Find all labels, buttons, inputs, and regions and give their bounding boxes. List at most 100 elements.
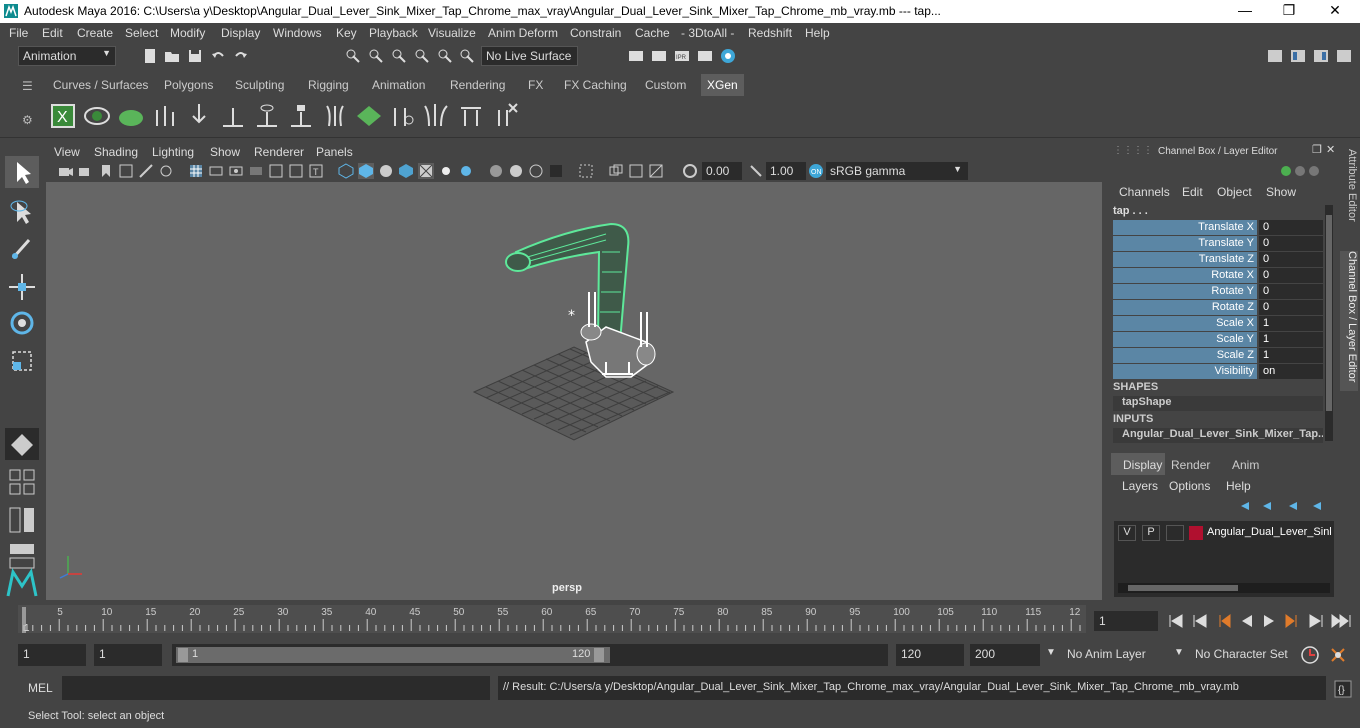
attr-scale-z[interactable]: Scale Z1 [1113,348,1323,363]
xgen-guide-visible-icon[interactable] [253,102,281,130]
layer-color-swatch[interactable] [1189,526,1203,540]
wireframe-on-shaded-icon[interactable] [378,163,394,179]
minimize-button[interactable]: — [1222,2,1268,18]
menu-redshift[interactable]: Redshift [748,26,792,40]
shelf-tab-rigging[interactable]: Rigging [302,74,355,96]
xgen-guide-delete-icon[interactable] [491,102,519,130]
xgen-guides-place-icon[interactable] [185,102,213,130]
anim-layer-dropdown[interactable]: No Anim Layer [1062,644,1162,666]
anti-aliasing-icon[interactable] [528,163,544,179]
vp-menu-shading[interactable]: Shading [94,145,138,159]
anim-preferences-icon[interactable] [1328,645,1348,665]
use-all-lights-icon[interactable] [438,163,454,179]
xgen-guide-mesh-icon[interactable] [355,102,383,130]
range-slider[interactable]: 1 120 [172,644,888,666]
channel-box-tab[interactable]: Channel Box / Layer Editor [1340,251,1358,391]
shelf-settings-icon[interactable]: ⚙ [22,113,33,127]
toggle-attribute-editor-icon[interactable] [1313,48,1329,64]
shelf-tab-polygons[interactable]: Polygons [158,74,219,96]
snap-grid-icon[interactable] [414,48,430,64]
xray-active-icon[interactable] [628,163,644,179]
exposure-icon[interactable] [682,163,698,179]
backface-culling-icon[interactable] [648,163,664,179]
grid-toggle-icon[interactable] [188,163,204,179]
display-tab[interactable]: Display [1111,453,1165,475]
hypershade-icon[interactable] [720,48,736,64]
range-start-handle[interactable] [178,648,188,662]
menu-cache[interactable]: Cache [635,26,670,40]
camera-icon[interactable] [58,163,74,179]
maximize-button[interactable]: ❐ [1266,2,1312,19]
ambient-occlusion-icon[interactable] [488,163,504,179]
options-menu[interactable]: Options [1169,479,1210,493]
auto-key-icon[interactable] [1300,645,1320,665]
menu-3dtoall[interactable]: - 3DtoAll - [681,26,734,40]
shelf-menu-icon[interactable]: ☰ [22,79,33,93]
render-frame-icon[interactable] [651,48,667,64]
input-node[interactable]: Angular_Dual_Lever_Sink_Mixer_Tap... [1113,428,1323,443]
range-end-handle[interactable] [594,648,604,662]
xray-icon[interactable] [418,163,434,179]
resolution-gate-icon[interactable] [228,163,244,179]
shelf-tab-sculpting[interactable]: Sculpting [229,74,290,96]
mel-label[interactable]: MEL [28,681,53,695]
xgen-guides-add-icon[interactable] [151,102,179,130]
attr-visibility[interactable]: Visibility on [1113,364,1323,379]
layout-single-icon[interactable] [5,428,39,460]
rotate-tool-icon[interactable] [5,306,39,338]
playback-end-field[interactable]: 120 [896,644,964,666]
attr-translate-z[interactable]: Translate Z0 [1113,252,1323,267]
panel-grip-icon[interactable]: ⋮⋮⋮⋮ [1113,145,1153,156]
safe-title-icon[interactable]: T [308,163,324,179]
script-editor-icon[interactable]: {} [1334,680,1352,698]
menu-help[interactable]: Help [805,26,830,40]
attr-translate-x[interactable]: Translate X0 [1113,220,1323,235]
xgen-preview-icon[interactable] [83,102,111,130]
layer-playback-toggle[interactable]: P [1142,525,1160,541]
channel-tool-icons[interactable] [1278,163,1322,179]
close-panel-icon[interactable]: ✕ [1326,143,1335,156]
new-scene-icon[interactable] [142,48,158,64]
paint-select-tool-icon[interactable] [5,232,39,264]
field-chart-icon[interactable] [268,163,284,179]
gamma-icon[interactable] [748,163,764,179]
xgen-guide-sculpt-icon[interactable] [321,102,349,130]
select-hierarchy-icon[interactable] [345,48,361,64]
shelf-tab-curves-surfaces[interactable]: Curves / Surfaces [47,74,154,96]
attr-rotate-z[interactable]: Rotate Z0 [1113,300,1323,315]
lasso-tool-icon[interactable] [5,196,39,228]
motion-blur-icon[interactable] [508,163,524,179]
vp-menu-renderer[interactable]: Renderer [254,145,304,159]
menu-edit[interactable]: Edit [42,26,63,40]
edit-menu[interactable]: Edit [1182,185,1203,199]
character-set-dropdown[interactable]: No Character Set [1190,644,1294,666]
select-component-icon[interactable] [391,48,407,64]
two-d-pan-icon[interactable] [158,163,174,179]
layer-visibility-toggle[interactable]: V [1118,525,1136,541]
image-plane-icon[interactable] [118,163,134,179]
channels-menu[interactable]: Channels [1119,185,1170,199]
shadows-icon[interactable] [458,163,474,179]
menu-select[interactable]: Select [125,26,158,40]
menu-key[interactable]: Key [336,26,357,40]
close-button[interactable]: ✕ [1312,2,1358,19]
bookmark-icon[interactable] [98,163,114,179]
attr-scale-x[interactable]: Scale X1 [1113,316,1323,331]
perspective-viewport[interactable]: * persp [46,182,1102,600]
move-tool-icon[interactable] [5,270,39,302]
show-menu[interactable]: Show [1266,185,1296,199]
shelf-tab-fx-caching[interactable]: FX Caching [558,74,633,96]
menu-constrain[interactable]: Constrain [570,26,621,40]
attr-rotate-y[interactable]: Rotate Y0 [1113,284,1323,299]
playback-controls[interactable] [1168,613,1358,629]
xgen-guide-length-icon[interactable] [457,102,485,130]
menu-display[interactable]: Display [221,26,260,40]
layers-menu[interactable]: Layers [1122,479,1158,493]
channel-scrollbar[interactable] [1325,205,1333,441]
menu-create[interactable]: Create [77,26,113,40]
object-menu[interactable]: Object [1217,185,1252,199]
open-scene-icon[interactable] [164,48,180,64]
camera-lock-icon[interactable] [78,163,94,179]
shape-node[interactable]: tapShape [1113,396,1323,411]
render-tab[interactable]: Render [1171,458,1210,472]
